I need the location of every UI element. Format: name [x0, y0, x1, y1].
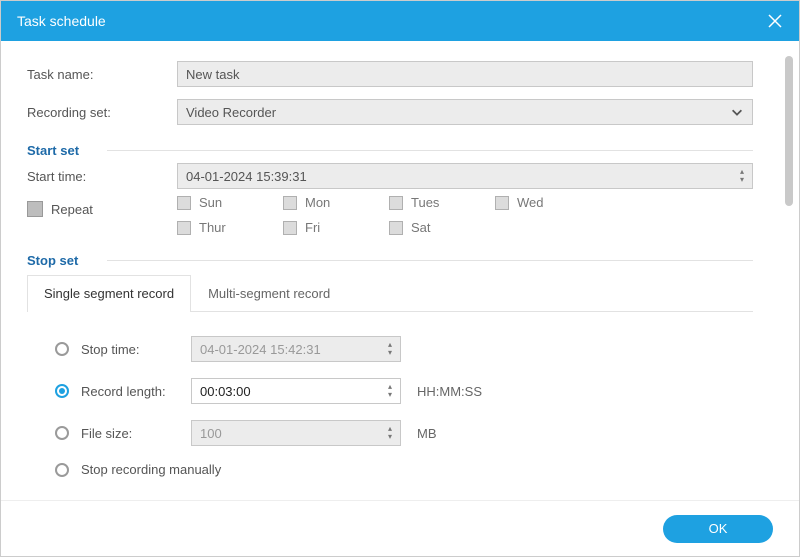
day-tues[interactable]: Tues [389, 195, 495, 210]
day-label: Fri [305, 220, 320, 235]
divider [107, 260, 753, 261]
day-label: Thur [199, 220, 226, 235]
record-length-label: Record length: [81, 384, 191, 399]
divider [107, 150, 753, 151]
record-length-unit: HH:MM:SS [417, 384, 482, 399]
recording-set-value: Video Recorder [186, 105, 276, 120]
window-title: Task schedule [17, 13, 106, 29]
start-time-input[interactable]: 04-01-2024 15:39:31 ▴▾ [177, 163, 753, 189]
day-label: Sun [199, 195, 222, 210]
spinner-arrows-icon[interactable]: ▴▾ [384, 339, 396, 359]
scrollbar-thumb[interactable] [785, 56, 793, 206]
day-label: Wed [517, 195, 544, 210]
day-wed[interactable]: Wed [495, 195, 601, 210]
day-sun[interactable]: Sun [177, 195, 283, 210]
checkbox-icon [495, 196, 509, 210]
radio-stop-manual[interactable] [55, 463, 69, 477]
day-label: Sat [411, 220, 431, 235]
chevron-down-icon [730, 105, 744, 119]
day-thur[interactable]: Thur [177, 220, 283, 235]
day-label: Tues [411, 195, 439, 210]
recording-set-label: Recording set: [27, 105, 177, 120]
stop-body: Stop time: 04-01-2024 15:42:31 ▴▾ Record… [27, 312, 753, 477]
task-name-input[interactable]: New task [177, 61, 753, 87]
radio-record-length[interactable] [55, 384, 69, 398]
file-size-label: File size: [81, 426, 191, 441]
spinner-arrows-icon[interactable]: ▴▾ [384, 423, 396, 443]
checkbox-icon [177, 196, 191, 210]
stop-time-value: 04-01-2024 15:42:31 [200, 342, 321, 357]
checkbox-icon [389, 221, 403, 235]
start-time-label: Start time: [27, 169, 177, 184]
stop-tabs: Single segment record Multi-segment reco… [27, 275, 753, 312]
day-mon[interactable]: Mon [283, 195, 389, 210]
recording-set-select[interactable]: Video Recorder [177, 99, 753, 125]
task-name-label: Task name: [27, 67, 177, 82]
checkbox-icon [283, 196, 297, 210]
radio-file-size[interactable] [55, 426, 69, 440]
content: Task name: New task Recording set: Video… [1, 41, 779, 500]
tab-multi-segment[interactable]: Multi-segment record [191, 275, 347, 311]
day-fri[interactable]: Fri [283, 220, 389, 235]
days-grid: Sun Mon Tues Wed Thur Fri Sat [177, 195, 753, 235]
close-icon[interactable] [767, 13, 783, 29]
file-size-value: 100 [200, 426, 222, 441]
repeat-checkbox[interactable] [27, 201, 43, 217]
checkbox-icon [283, 221, 297, 235]
repeat-label: Repeat [51, 202, 93, 217]
start-time-value: 04-01-2024 15:39:31 [186, 169, 307, 184]
stop-manual-label: Stop recording manually [81, 462, 221, 477]
record-length-input[interactable]: 00:03:00 ▴▾ [191, 378, 401, 404]
ok-button[interactable]: OK [663, 515, 773, 543]
titlebar: Task schedule [1, 1, 799, 41]
day-label: Mon [305, 195, 330, 210]
stop-time-label: Stop time: [81, 342, 191, 357]
stop-time-input[interactable]: 04-01-2024 15:42:31 ▴▾ [191, 336, 401, 362]
task-schedule-dialog: Task schedule Task name: New task Record… [0, 0, 800, 557]
spinner-arrows-icon[interactable]: ▴▾ [384, 381, 396, 401]
day-sat[interactable]: Sat [389, 220, 495, 235]
footer: OK [1, 500, 799, 556]
content-wrap: Task name: New task Recording set: Video… [1, 41, 799, 500]
checkbox-icon [389, 196, 403, 210]
task-name-value: New task [186, 67, 239, 82]
spinner-arrows-icon[interactable]: ▴▾ [736, 166, 748, 186]
file-size-input[interactable]: 100 ▴▾ [191, 420, 401, 446]
file-size-unit: MB [417, 426, 437, 441]
tab-single-segment[interactable]: Single segment record [27, 275, 191, 311]
record-length-value: 00:03:00 [200, 384, 251, 399]
checkbox-icon [177, 221, 191, 235]
scrollbar[interactable] [785, 51, 793, 490]
radio-stop-time[interactable] [55, 342, 69, 356]
